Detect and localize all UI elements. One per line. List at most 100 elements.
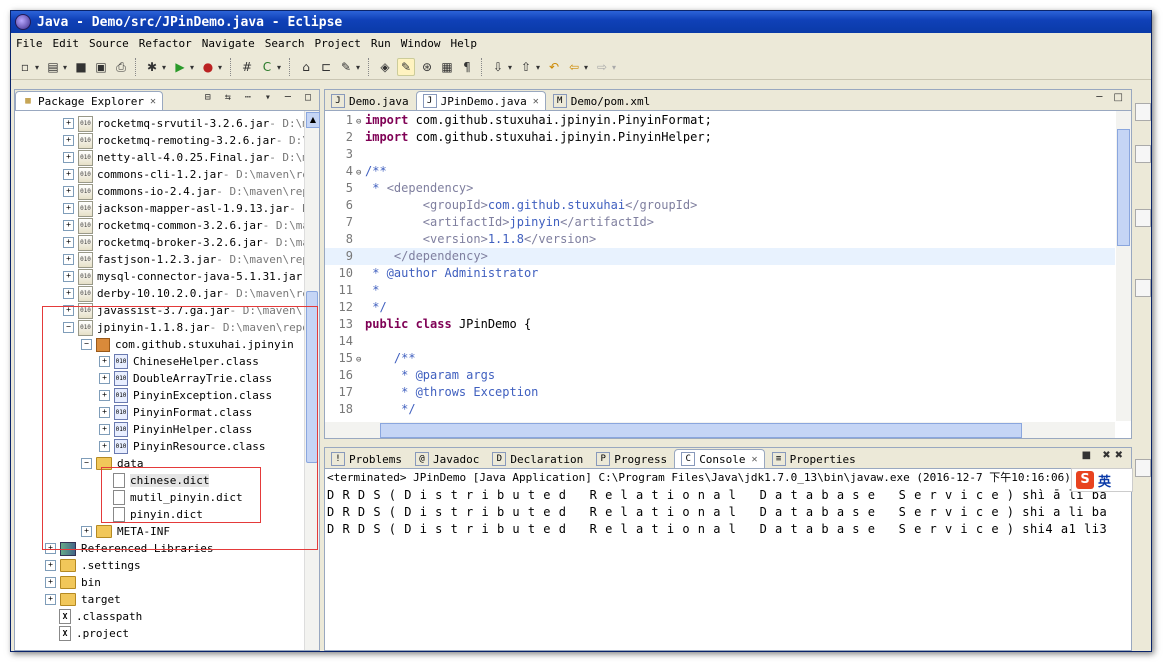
expand-icon[interactable]: + [63,203,74,214]
perspective-icon[interactable] [1135,279,1151,297]
external-tools-icon[interactable]: ● [200,59,216,75]
new-java-class-dropdown-icon[interactable]: ▾ [277,63,283,72]
search-view-icon[interactable] [1135,209,1151,227]
expand-icon[interactable]: + [63,135,74,146]
debug-icon[interactable]: ✱ [144,59,160,75]
expand-icon[interactable]: + [63,118,74,129]
save-icon[interactable]: ■ [73,59,89,75]
menu-navigate[interactable]: Navigate [197,37,260,50]
tab-demo-pom-xml[interactable]: M Demo/pom.xml [547,92,656,110]
block-selection-icon[interactable]: ▦ [439,59,455,75]
menu-source[interactable]: Source [84,37,134,50]
minimized-view-icon[interactable] [1135,459,1151,477]
tree-item[interactable]: +010 netty-all-4.0.25.Final.jar - D:\ma [63,149,305,166]
tree-item[interactable]: +010 commons-io-2.4.jar - D:\maven\repo [63,183,305,200]
tab-problems[interactable]: ! Problems [325,450,408,468]
expand-icon[interactable]: + [45,577,56,588]
ime-indicator[interactable]: S 英 [1071,468,1133,492]
search-dropdown-icon[interactable]: ▾ [356,63,362,72]
next-annotation-dropdown-icon[interactable]: ▾ [508,63,514,72]
mark-occurrences-icon[interactable]: ✎ [397,58,415,76]
close-icon[interactable]: ✕ [752,454,758,465]
save-all-icon[interactable]: ▣ [93,59,109,75]
expand-icon[interactable]: + [63,288,74,299]
code-editor[interactable]: 1 ⊖ import com.github.stuxuhai.jpinyin.Pin… [325,111,1115,421]
tab-progress[interactable]: P Progress [590,450,673,468]
expand-icon[interactable]: + [45,560,56,571]
tree-item[interactable]: +010 rocketmq-srvutil-3.2.6.jar - D:\ma [63,115,305,132]
debug-dropdown-icon[interactable]: ▾ [162,63,168,72]
tree-item[interactable]: +010 rocketmq-broker-3.2.6.jar - D:\mav [63,234,305,251]
menu-help[interactable]: Help [445,37,482,50]
tree-item[interactable]: +010 derby-10.10.2.0.jar - D:\maven\rep [63,285,305,302]
tree-item[interactable]: +010 jackson-mapper-asl-1.9.13.jar - D: [63,200,305,217]
editor-view-controls[interactable]: ─ □ [1096,92,1127,103]
open-folder-icon[interactable]: ⊏ [318,59,334,75]
menu-project[interactable]: Project [309,37,365,50]
menu-edit[interactable]: Edit [48,37,85,50]
previous-annotation-icon[interactable]: ⇧ [518,59,534,75]
open-task-icon[interactable]: ◈ [377,59,393,75]
tree-item[interactable]: + target [45,591,121,608]
tree-item[interactable]: X .project [45,625,129,642]
menu-window[interactable]: Window [396,37,446,50]
tab-package-explorer[interactable]: ▦ Package Explorer ✕ [15,91,163,110]
open-type-icon[interactable]: ⌂ [298,59,314,75]
expand-icon[interactable]: + [63,254,74,265]
tab-declaration[interactable]: D Declaration [486,450,589,468]
new-package-icon[interactable]: # [239,59,255,75]
menu-file[interactable]: File [11,37,48,50]
previous-annotation-dropdown-icon[interactable]: ▾ [536,63,542,72]
tab-console[interactable]: C Console ✕ [674,449,765,468]
expand-icon[interactable]: + [63,186,74,197]
search-icon[interactable]: ✎ [338,59,354,75]
expand-icon[interactable]: + [63,152,74,163]
close-icon[interactable]: ✕ [150,96,156,107]
new-class-icon[interactable]: ▤ [45,59,61,75]
new-java-class-icon[interactable]: C [259,59,275,75]
expand-icon[interactable]: + [45,594,56,605]
toggle-breadcrumb-icon[interactable]: ⊛ [419,59,435,75]
tab-jpindemo-java[interactable]: J JPinDemo.java ✕ [415,91,546,110]
menu-run[interactable]: Run [366,37,396,50]
run-icon[interactable]: ▶ [172,59,188,75]
back-icon[interactable]: ⇦ [566,59,582,75]
menu-search[interactable]: Search [260,37,310,50]
last-edit-location-icon[interactable]: ↶ [546,59,562,75]
tree-item[interactable]: +010 commons-cli-1.2.jar - D:\maven\rep [63,166,305,183]
tab-properties[interactable]: ≡ Properties [766,450,862,468]
run-dropdown-icon[interactable]: ▾ [190,63,196,72]
back-dropdown-icon[interactable]: ▾ [584,63,590,72]
expand-icon[interactable]: + [63,271,74,282]
scroll-up-icon[interactable]: ▲ [306,112,320,128]
forward-icon[interactable]: ⇨ [594,59,610,75]
scrollbar-thumb[interactable] [1117,129,1130,246]
tree-item[interactable]: +010 rocketmq-common-3.2.6.jar - D:\mav [63,217,305,234]
forward-dropdown-icon[interactable]: ▾ [612,63,618,72]
tree-item[interactable]: +010mysql-connector-java-5.1.31.jar - [63,268,305,285]
outline-view-icon[interactable] [1135,103,1151,121]
tree-item[interactable]: +010 rocketmq-remoting-3.2.6.jar - D:\m [63,132,305,149]
new-dropdown-icon[interactable]: ▾ [35,63,41,72]
next-annotation-icon[interactable]: ⇩ [490,59,506,75]
console-view-controls[interactable]: ■ ✖✖ [1082,450,1127,461]
scrollbar-thumb[interactable] [380,423,1022,438]
view-controls[interactable]: ⊟ ⇆ ⋯ ▾ ─ □ [205,92,315,103]
tree-item[interactable]: + .settings [45,557,141,574]
tab-demo-java[interactable]: J Demo.java [325,92,415,110]
tree-item[interactable]: X .classpath [45,608,142,625]
task-list-icon[interactable] [1135,145,1151,163]
tab-javadoc[interactable]: @ Javadoc [409,450,485,468]
new-class-dropdown-icon[interactable]: ▾ [63,63,69,72]
expand-icon[interactable]: + [63,169,74,180]
tree-item[interactable]: + bin [45,574,101,591]
expand-icon[interactable]: + [63,220,74,231]
expand-icon[interactable]: + [63,237,74,248]
tree-item[interactable]: +010 fastjson-1.2.3.jar - D:\maven\repo [63,251,305,268]
menu-refactor[interactable]: Refactor [134,37,197,50]
close-icon[interactable]: ✕ [533,96,539,107]
editor-vertical-scrollbar[interactable] [1116,111,1131,421]
external-tools-dropdown-icon[interactable]: ▾ [218,63,224,72]
show-whitespace-icon[interactable]: ¶ [459,59,475,75]
new-icon[interactable]: ▫ [17,59,33,75]
